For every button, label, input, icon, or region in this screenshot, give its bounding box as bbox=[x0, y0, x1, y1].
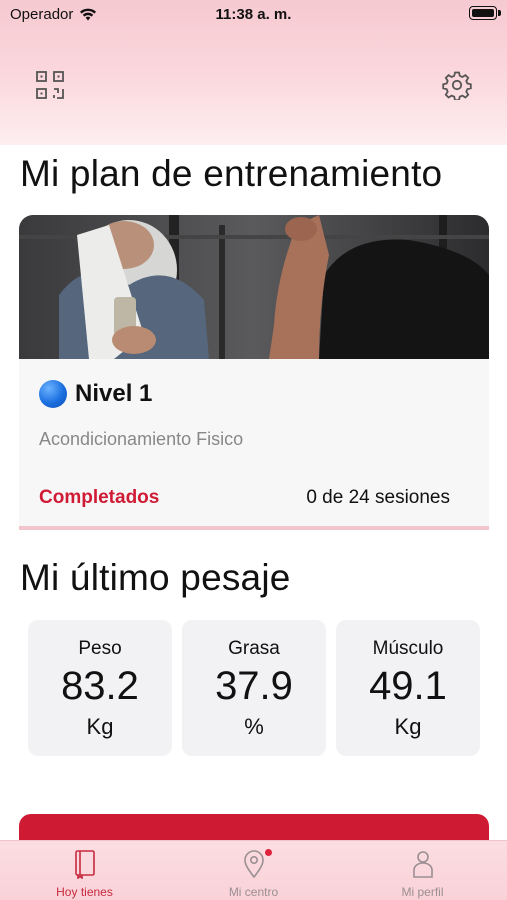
metric-label: Peso bbox=[78, 638, 122, 659]
tab-bar: Hoy tienes Mi centro Mi perfil bbox=[0, 840, 507, 900]
plan-section-title: Mi plan de entrenamiento bbox=[20, 153, 443, 194]
metric-label: Grasa bbox=[228, 638, 280, 659]
gym-photo bbox=[19, 215, 489, 359]
tab-label: Mi centro bbox=[228, 885, 279, 899]
metric-value: 37.9 bbox=[215, 664, 293, 708]
gear-icon bbox=[442, 71, 472, 100]
tab-today[interactable]: Hoy tienes bbox=[0, 841, 169, 900]
blue-circle-icon bbox=[39, 380, 67, 408]
tab-label: Hoy tienes bbox=[56, 885, 113, 899]
metric-card-muscle[interactable]: Músculo 49.1 Kg bbox=[336, 620, 480, 756]
status-bar: Operador 11:38 a. m. bbox=[0, 0, 507, 30]
completed-label: Completados bbox=[39, 487, 160, 508]
metric-value: 49.1 bbox=[369, 664, 447, 708]
training-plan-card[interactable]: Nivel 1 Acondicionamiento Fisico Complet… bbox=[19, 215, 489, 530]
settings-button[interactable] bbox=[440, 68, 474, 102]
level-row: Nivel 1 bbox=[39, 380, 152, 408]
tab-center[interactable]: Mi centro bbox=[169, 841, 338, 900]
sessions-count: 0 de 24 sesiones bbox=[306, 487, 450, 508]
metric-value: 83.2 bbox=[61, 664, 139, 708]
weigh-section-title: Mi último pesaje bbox=[20, 557, 291, 598]
qr-code-icon bbox=[36, 71, 64, 99]
book-icon bbox=[74, 850, 95, 879]
battery-icon bbox=[469, 6, 501, 20]
metric-unit: Kg bbox=[394, 714, 422, 739]
metric-card-weight[interactable]: Peso 83.2 Kg bbox=[28, 620, 172, 756]
metric-card-fat[interactable]: Grasa 37.9 % bbox=[182, 620, 326, 756]
qr-code-button[interactable] bbox=[33, 68, 67, 102]
metric-unit: % bbox=[244, 714, 264, 739]
person-icon bbox=[412, 851, 433, 878]
metric-label: Músculo bbox=[372, 638, 444, 659]
level-label: Nivel 1 bbox=[75, 380, 153, 407]
tab-profile[interactable]: Mi perfil bbox=[338, 841, 507, 900]
tab-label: Mi perfil bbox=[401, 885, 444, 899]
plan-subtitle: Acondicionamiento Fisico bbox=[39, 429, 244, 449]
notification-badge bbox=[265, 849, 272, 856]
location-pin-icon bbox=[243, 850, 264, 879]
status-time: 11:38 a. m. bbox=[215, 6, 292, 23]
metric-unit: Kg bbox=[86, 714, 114, 739]
